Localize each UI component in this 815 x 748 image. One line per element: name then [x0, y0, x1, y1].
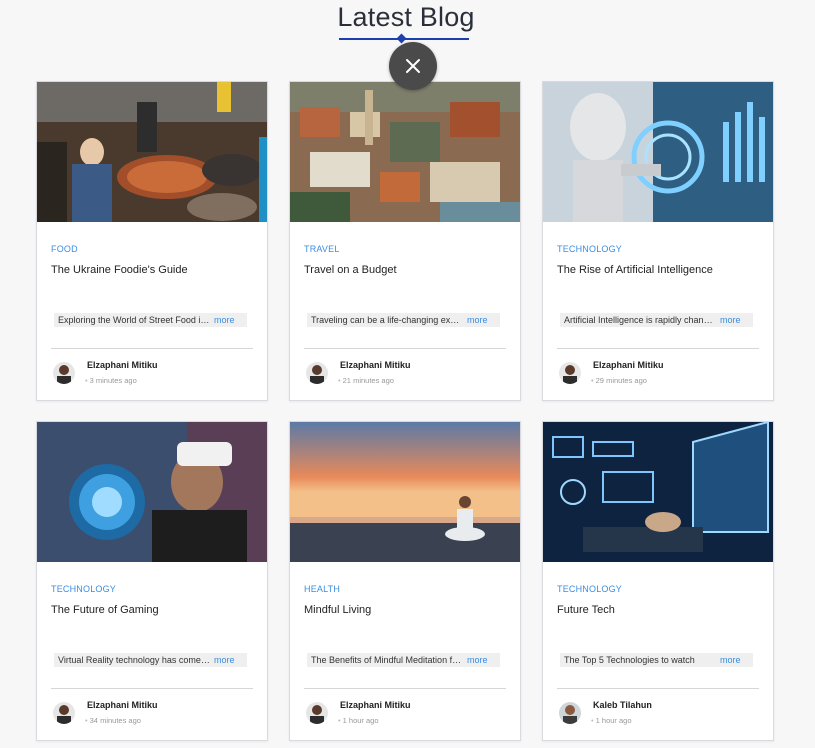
divider	[51, 688, 253, 689]
post-title[interactable]: The Rise of Artificial Intelligence	[557, 264, 713, 276]
blog-card[interactable]: TECHNOLOGY Future Tech The Top 5 Technol…	[542, 421, 774, 741]
excerpt-text: Virtual Reality technology has come a lo…	[58, 655, 211, 665]
more-link[interactable]: more	[214, 313, 235, 327]
more-link[interactable]: more	[720, 313, 741, 327]
post-title[interactable]: The Future of Gaming	[51, 604, 159, 616]
post-time: 1 hour ago	[338, 716, 379, 725]
author-avatar	[53, 702, 75, 724]
author-name[interactable]: Elzaphani Mitiku	[593, 360, 664, 370]
more-link[interactable]: more	[214, 653, 235, 667]
blog-card[interactable]: TECHNOLOGY The Future of Gaming Virtual …	[36, 421, 268, 741]
excerpt-text: The Top 5 Technologies to watch	[564, 655, 695, 665]
post-time: 34 minutes ago	[85, 716, 141, 725]
robot-ai-photo[interactable]	[543, 82, 773, 222]
author-name[interactable]: Elzaphani Mitiku	[340, 700, 411, 710]
excerpt-text: The Benefits of Mindful Meditation for e…	[311, 655, 464, 665]
author-name[interactable]: Elzaphani Mitiku	[340, 360, 411, 370]
post-time: 29 minutes ago	[591, 376, 647, 385]
divider	[557, 688, 759, 689]
author-avatar	[306, 702, 328, 724]
more-link[interactable]: more	[467, 313, 488, 327]
author-name[interactable]: Kaleb Tilahun	[593, 700, 652, 710]
author-avatar	[306, 362, 328, 384]
beach-meditation-photo[interactable]	[290, 422, 520, 562]
divider	[51, 348, 253, 349]
post-category[interactable]: TECHNOLOGY	[51, 584, 116, 594]
post-category[interactable]: TECHNOLOGY	[557, 584, 622, 594]
post-time: 3 minutes ago	[85, 376, 137, 385]
post-time: 21 minutes ago	[338, 376, 394, 385]
post-category[interactable]: FOOD	[51, 244, 78, 254]
excerpt-text: Exploring the World of Street Food in Uk…	[58, 315, 211, 325]
post-category[interactable]: TECHNOLOGY	[557, 244, 622, 254]
author-avatar	[53, 362, 75, 384]
post-category[interactable]: HEALTH	[304, 584, 340, 594]
post-title[interactable]: Mindful Living	[304, 604, 371, 616]
post-title[interactable]: Future Tech	[557, 604, 615, 616]
more-link[interactable]: more	[467, 653, 488, 667]
city-aerial-photo[interactable]	[290, 82, 520, 222]
blog-card[interactable]: FOOD The Ukraine Foodie's Guide Explorin…	[36, 81, 268, 401]
author-name[interactable]: Elzaphani Mitiku	[87, 360, 158, 370]
more-link[interactable]: more	[720, 653, 741, 667]
author-avatar	[559, 362, 581, 384]
close-icon	[406, 59, 420, 73]
post-excerpt: Artificial Intelligence is rapidly chang…	[560, 313, 753, 327]
page-title: Latest Blog	[337, 2, 475, 32]
post-excerpt: Exploring the World of Street Food in Uk…	[54, 313, 247, 327]
blog-card[interactable]: TRAVEL Travel on a Budget Traveling can …	[289, 81, 521, 401]
excerpt-text: Traveling can be a life-changing experie…	[311, 315, 464, 325]
post-title[interactable]: Travel on a Budget	[304, 264, 397, 276]
post-excerpt: Traveling can be a life-changing experie…	[307, 313, 500, 327]
title-underline-diamond	[396, 33, 407, 44]
post-excerpt: The Benefits of Mindful Meditation for e…	[307, 653, 500, 667]
post-excerpt: Virtual Reality technology has come a lo…	[54, 653, 247, 667]
street-food-market-photo[interactable]	[37, 82, 267, 222]
vr-headset-photo[interactable]	[37, 422, 267, 562]
post-title[interactable]: The Ukraine Foodie's Guide	[51, 264, 188, 276]
blog-card[interactable]: HEALTH Mindful Living The Benefits of Mi…	[289, 421, 521, 741]
divider	[557, 348, 759, 349]
post-category[interactable]: TRAVEL	[304, 244, 340, 254]
divider	[304, 688, 506, 689]
close-button[interactable]	[389, 42, 437, 90]
divider	[304, 348, 506, 349]
laptop-tech-photo[interactable]	[543, 422, 773, 562]
post-excerpt: The Top 5 Technologies to watch more	[560, 653, 753, 667]
excerpt-text: Artificial Intelligence is rapidly chang…	[564, 315, 717, 325]
post-time: 1 hour ago	[591, 716, 632, 725]
author-avatar	[559, 702, 581, 724]
author-name[interactable]: Elzaphani Mitiku	[87, 700, 158, 710]
blog-card[interactable]: TECHNOLOGY The Rise of Artificial Intell…	[542, 81, 774, 401]
